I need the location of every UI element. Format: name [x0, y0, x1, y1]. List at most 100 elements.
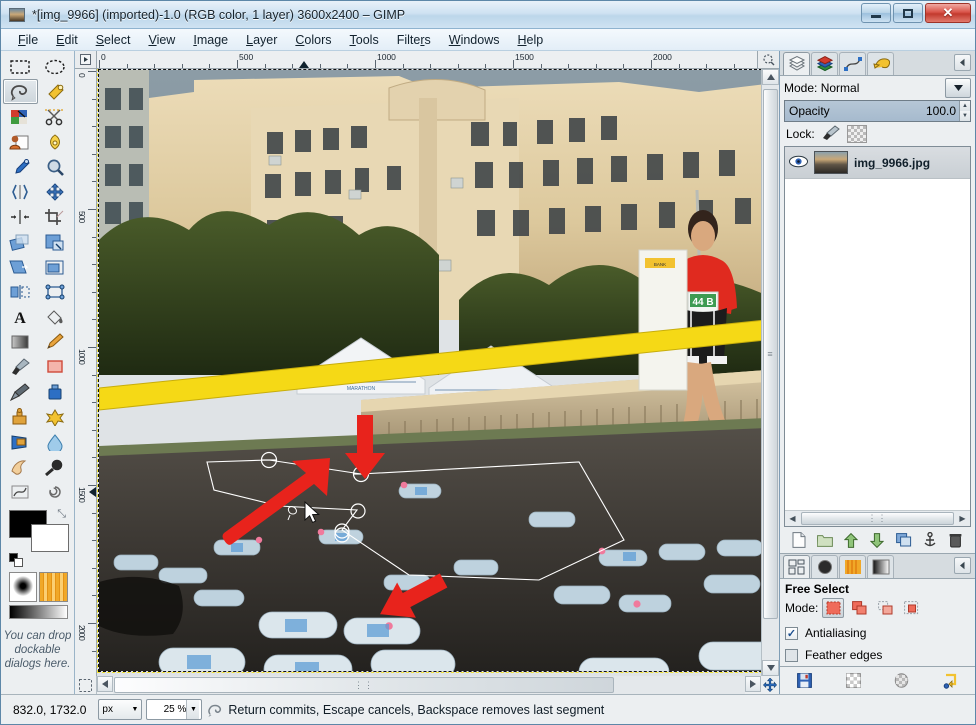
layer-scroll-right[interactable]: ▶ [955, 511, 970, 526]
layer-scroll-track[interactable]: ⋮⋮ [800, 511, 955, 526]
tool-paintbrush[interactable] [3, 354, 38, 379]
tool-select-by-color[interactable] [3, 104, 38, 129]
layer-visibility-icon[interactable] [789, 155, 808, 171]
minimize-button[interactable] [861, 3, 891, 23]
reset-tool-options-button[interactable] [941, 671, 961, 691]
tool-airbrush[interactable] [3, 379, 38, 404]
antialiasing-checkbox[interactable]: ✓ [785, 626, 798, 640]
brushes-tab[interactable] [811, 555, 838, 578]
restore-tool-options-button[interactable] [843, 671, 863, 691]
feather-edges-row[interactable]: Feather edges [780, 644, 975, 666]
mode-intersect-button[interactable] [900, 598, 922, 618]
scroll-up-button[interactable] [762, 69, 779, 85]
delete-layer-button[interactable] [946, 530, 966, 550]
active-pattern-indicator[interactable] [39, 572, 68, 602]
tool-scissors-select[interactable] [38, 104, 73, 129]
gradients-tab[interactable] [867, 555, 894, 578]
tool-ellipse-select[interactable] [38, 54, 73, 79]
duplicate-layer-button[interactable] [894, 530, 914, 550]
horizontal-ruler[interactable]: 05001000150020002500 [97, 51, 757, 69]
new-layer-group-button[interactable] [815, 530, 835, 550]
mode-add-button[interactable] [848, 598, 870, 618]
menu-help[interactable]: Help [508, 31, 552, 49]
scroll-right-button[interactable] [745, 676, 761, 692]
paths-tab[interactable] [839, 52, 866, 75]
menu-colors[interactable]: Colors [286, 31, 340, 49]
dock-menu-button[interactable] [954, 54, 971, 71]
patterns-tab[interactable] [839, 555, 866, 578]
zoom-selector[interactable]: 25 % ▼ [146, 699, 203, 720]
tool-heal[interactable] [38, 404, 73, 429]
tool-rotate[interactable] [3, 229, 38, 254]
tool-measure[interactable] [3, 179, 38, 204]
tool-paths[interactable] [38, 129, 73, 154]
tool-perspective-clone[interactable] [3, 429, 38, 454]
menu-filters[interactable]: Filters [388, 31, 440, 49]
swap-colors-icon[interactable]: ⤡ [57, 508, 66, 521]
vscroll-thumb[interactable]: ≡ [763, 89, 778, 619]
quick-mask-toggle[interactable] [75, 676, 97, 694]
tool-perspective[interactable] [38, 254, 73, 279]
tool-shear[interactable] [3, 254, 38, 279]
anchor-layer-button[interactable] [920, 530, 940, 550]
tool-smudge[interactable] [3, 454, 38, 479]
vertical-ruler[interactable]: 0 500 1000 1500 2000 [75, 69, 97, 676]
lock-alpha-icon[interactable] [846, 125, 867, 143]
tool-rect-select[interactable] [3, 54, 38, 79]
menu-layer[interactable]: Layer [237, 31, 286, 49]
active-gradient-indicator[interactable] [9, 605, 68, 619]
tool-options-tab[interactable] [783, 555, 810, 578]
save-tool-options-button[interactable] [794, 671, 814, 691]
layer-opacity-slider[interactable]: Opacity 100.0 ▲ ▼ [784, 100, 971, 122]
layers-tab[interactable] [783, 52, 810, 75]
layer-row[interactable]: img_9966.jpg [785, 147, 970, 179]
tool-move[interactable] [38, 179, 73, 204]
tool-options-menu-button[interactable] [954, 557, 971, 574]
active-brush-indicator[interactable] [9, 572, 38, 602]
menu-select[interactable]: Select [87, 31, 140, 49]
zoom-follow-window-button[interactable] [757, 51, 779, 69]
image-canvas[interactable]: MARATHON MARATHON [97, 69, 761, 673]
tool-blur-sharpen[interactable] [38, 429, 73, 454]
tool-warp-transform[interactable] [3, 479, 38, 504]
close-button[interactable]: ✕ [925, 3, 971, 23]
reset-colors-icon[interactable] [9, 553, 24, 568]
raise-layer-button[interactable] [841, 530, 861, 550]
layer-mode-dropdown[interactable] [945, 78, 971, 98]
tool-eraser[interactable] [38, 354, 73, 379]
tool-spiral[interactable] [38, 479, 73, 504]
lock-pixels-icon[interactable] [822, 124, 840, 144]
background-color-swatch[interactable] [31, 524, 69, 552]
menu-file[interactable]: File [9, 31, 47, 49]
scroll-left-button[interactable] [97, 676, 113, 692]
delete-tool-options-button[interactable] [892, 671, 912, 691]
menu-tools[interactable]: Tools [341, 31, 388, 49]
tool-cage-transform[interactable] [38, 279, 73, 304]
color-swatches[interactable]: ⤡ [9, 508, 69, 568]
scroll-down-button[interactable] [762, 660, 779, 676]
tool-ink[interactable] [38, 379, 73, 404]
opacity-spinner[interactable]: ▲ ▼ [959, 101, 970, 121]
tool-flip[interactable] [3, 279, 38, 304]
tool-clone[interactable] [3, 404, 38, 429]
tool-fuzzy-select[interactable] [38, 79, 73, 104]
tool-pencil[interactable] [38, 329, 73, 354]
layer-scroll-thumb[interactable]: ⋮⋮ [801, 512, 954, 525]
tool-bucket-fill[interactable] [38, 304, 73, 329]
channels-tab[interactable] [811, 52, 838, 75]
menu-windows[interactable]: Windows [440, 31, 509, 49]
vscroll-track[interactable]: ≡ [762, 85, 779, 660]
tool-alignment[interactable] [3, 204, 38, 229]
canvas-viewport[interactable]: MARATHON MARATHON [97, 69, 761, 676]
lower-layer-button[interactable] [867, 530, 887, 550]
mode-replace-button[interactable] [822, 598, 845, 618]
new-layer-button[interactable] [789, 530, 809, 550]
navigation-preview-button[interactable] [761, 676, 779, 694]
layer-list[interactable]: img_9966.jpg ◀ ⋮⋮ ▶ [784, 146, 971, 527]
tool-dodge-burn[interactable] [38, 454, 73, 479]
tool-foreground-select[interactable] [3, 129, 38, 154]
hscroll-thumb[interactable]: ⋮⋮ [114, 677, 614, 693]
tool-scale[interactable] [38, 229, 73, 254]
tool-free-select[interactable] [3, 79, 38, 104]
menu-view[interactable]: View [139, 31, 184, 49]
